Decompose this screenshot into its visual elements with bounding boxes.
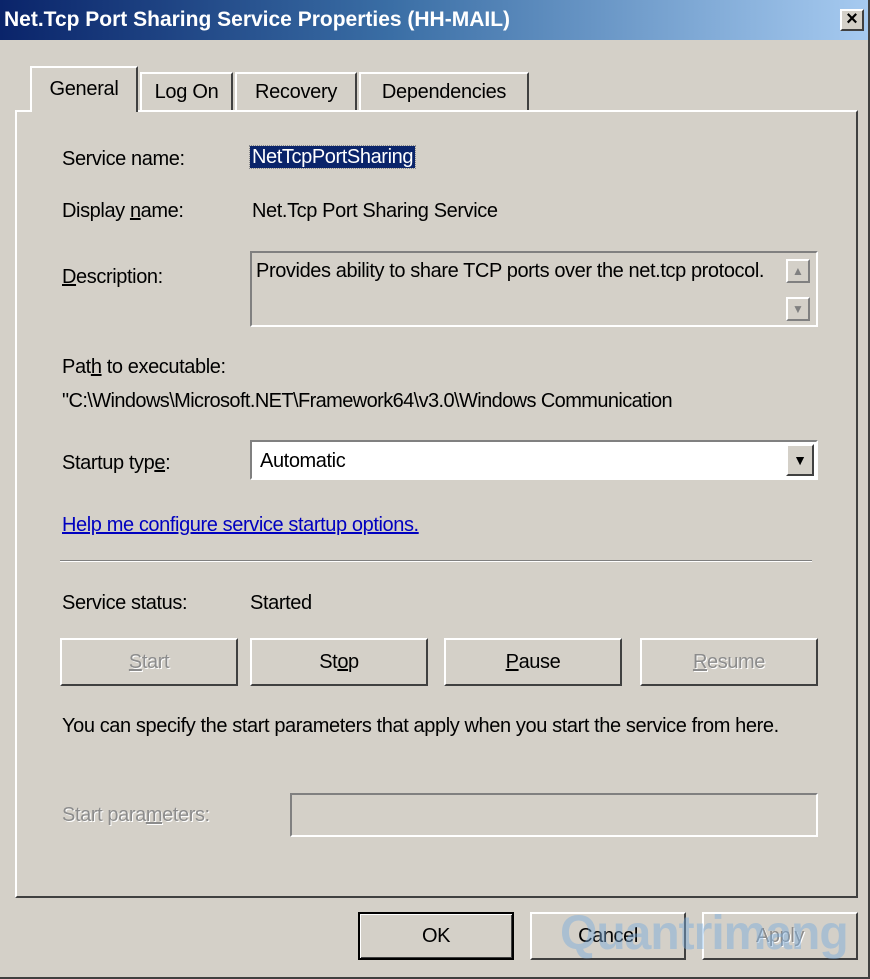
- ok-button[interactable]: OK: [358, 912, 514, 960]
- resume-button[interactable]: Resume: [640, 638, 818, 686]
- tab-log-on[interactable]: Log On: [140, 72, 233, 110]
- path-value[interactable]: "C:\Windows\Microsoft.NET\Framework64\v3…: [62, 390, 673, 413]
- start-parameters-label: Start parameters:: [62, 804, 210, 826]
- chevron-down-icon[interactable]: ▼: [786, 444, 814, 476]
- scroll-down-arrow-icon[interactable]: ▼: [786, 297, 810, 321]
- help-configure-link[interactable]: Help me configure service startup option…: [62, 514, 419, 537]
- tab-recovery-label: Recovery: [254, 81, 338, 103]
- tab-dependencies-label: Dependencies: [381, 81, 507, 103]
- title-bar[interactable]: Net.Tcp Port Sharing Service Properties …: [0, 0, 868, 40]
- start-button[interactable]: Start: [60, 638, 238, 686]
- stop-button[interactable]: Stop: [250, 638, 428, 686]
- startup-type-value: Automatic: [260, 450, 346, 472]
- description-text: Provides ability to share TCP ports over…: [256, 260, 765, 282]
- service-status-label: Service status:: [62, 592, 188, 614]
- start-parameters-info: You can specify the start parameters tha…: [62, 715, 779, 737]
- window-title: Net.Tcp Port Sharing Service Properties …: [4, 8, 511, 31]
- separator: [60, 560, 812, 562]
- description-box[interactable]: Provides ability to share TCP ports over…: [250, 251, 818, 327]
- startup-type-label: Startup type:: [62, 452, 171, 474]
- service-name-value[interactable]: NetTcpPortSharing: [248, 145, 417, 169]
- tab-log-on-label: Log On: [154, 81, 219, 103]
- tab-recovery[interactable]: Recovery: [235, 72, 357, 110]
- tab-general[interactable]: General: [30, 66, 138, 112]
- startup-type-select[interactable]: Automatic ▼: [250, 440, 818, 480]
- scroll-up-arrow-icon[interactable]: ▲: [786, 259, 810, 283]
- service-status-value: Started: [250, 592, 312, 614]
- path-label: Path to executable:: [62, 356, 226, 378]
- service-properties-dialog: Net.Tcp Port Sharing Service Properties …: [0, 0, 870, 979]
- display-name-label: Display name:: [62, 200, 184, 222]
- close-button[interactable]: ×: [840, 9, 864, 31]
- service-name-selected-text[interactable]: NetTcpPortSharing: [248, 145, 417, 169]
- watermark-logo: Quantrimang: [560, 907, 849, 960]
- start-parameters-input[interactable]: [290, 793, 818, 837]
- description-label: Description:: [62, 266, 163, 288]
- general-tab-panel: [15, 110, 858, 898]
- tab-dependencies[interactable]: Dependencies: [359, 72, 529, 110]
- display-name-value[interactable]: Net.Tcp Port Sharing Service: [252, 200, 498, 223]
- tab-general-label: General: [49, 78, 119, 100]
- pause-button[interactable]: Pause: [444, 638, 622, 686]
- service-name-label: Service name:: [62, 148, 185, 170]
